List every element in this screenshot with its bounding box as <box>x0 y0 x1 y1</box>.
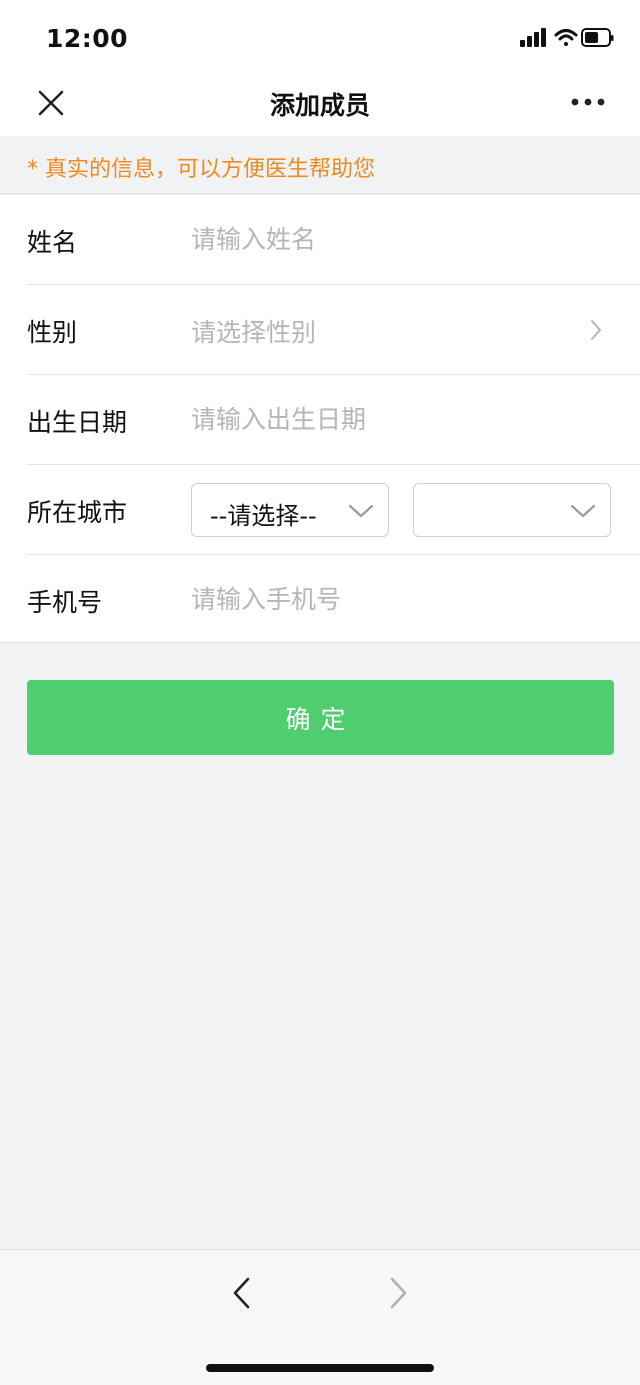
chevron-right-icon[interactable] <box>384 1276 412 1310</box>
chevron-down-icon <box>570 504 596 518</box>
birthdate-input[interactable] <box>191 397 591 441</box>
city-label: 所在城市 <box>27 498 128 527</box>
chevron-left-icon[interactable] <box>228 1276 256 1310</box>
gender-select[interactable]: 请选择性别 <box>191 313 316 349</box>
province-select-value: --请选择-- <box>210 502 317 530</box>
status-icons <box>520 26 614 50</box>
birthdate-row: 出生日期 <box>0 375 640 465</box>
confirm-button[interactable]: 确定 <box>27 680 614 755</box>
status-bar: 12:00 <box>0 0 640 72</box>
province-select[interactable]: --请选择-- <box>191 483 389 537</box>
city-select[interactable] <box>413 483 611 537</box>
member-form: 姓名 性别 请选择性别 出生日期 所在城市 --请选择-- <box>0 195 640 643</box>
signal-icon <box>520 28 546 47</box>
status-time: 12:00 <box>46 24 129 53</box>
gender-row[interactable]: 性别 请选择性别 <box>0 285 640 375</box>
phone-label: 手机号 <box>27 588 103 617</box>
page-title: 添加成员 <box>269 91 370 120</box>
battery-icon <box>581 28 614 47</box>
name-row: 姓名 <box>0 195 640 285</box>
notice-text: * 真实的信息，可以方便医生帮助您 <box>27 157 375 182</box>
gender-label: 性别 <box>27 318 78 347</box>
wifi-icon <box>554 29 578 46</box>
chevron-right-icon <box>591 320 601 340</box>
phone-input[interactable] <box>191 577 591 621</box>
home-indicator <box>206 1364 434 1372</box>
name-label: 姓名 <box>27 228 78 257</box>
notice-banner: * 真实的信息，可以方便医生帮助您 <box>0 136 640 194</box>
name-input[interactable] <box>191 217 591 261</box>
birthdate-label: 出生日期 <box>27 408 128 437</box>
phone-row: 手机号 <box>0 555 640 645</box>
more-icon[interactable] <box>570 96 606 108</box>
city-row: 所在城市 --请选择-- <box>0 465 640 555</box>
chevron-down-icon <box>348 504 374 518</box>
nav-bar: 添加成员 <box>0 72 640 136</box>
